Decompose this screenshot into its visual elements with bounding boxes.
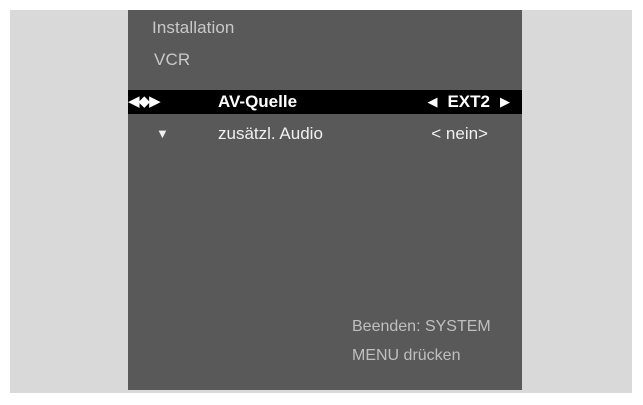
menu-item-value: < nein> <box>431 124 488 143</box>
osd-menu-panel: Installation VCR ◀◆▶ AV-Quelle ◀ EXT2 ▶ … <box>128 10 522 390</box>
menu-item-value: EXT2 <box>447 92 490 111</box>
down-arrow-icon: ▼ <box>156 126 169 141</box>
menu-title: Installation <box>152 18 235 37</box>
menu-item-av-quelle[interactable]: ◀◆▶ AV-Quelle ◀ EXT2 ▶ <box>128 90 522 114</box>
menu-item-label: AV-Quelle <box>218 92 298 111</box>
exit-hint-line-1: Beenden: SYSTEM <box>352 318 491 335</box>
menu-subtitle: VCR <box>154 50 191 69</box>
menu-item-zusatzl-audio[interactable]: ▼ zusätzl. Audio < nein> <box>128 122 522 146</box>
nav-arrows-icon: ◀◆▶ <box>128 93 161 110</box>
right-arrow-icon[interactable]: ▶ <box>500 90 510 114</box>
left-arrow-icon[interactable]: ◀ <box>427 90 437 114</box>
menu-item-label: zusätzl. Audio <box>218 124 323 143</box>
exit-hint-line-2: MENU drücken <box>352 347 461 364</box>
value-selector[interactable]: ◀ EXT2 ▶ <box>427 90 510 114</box>
